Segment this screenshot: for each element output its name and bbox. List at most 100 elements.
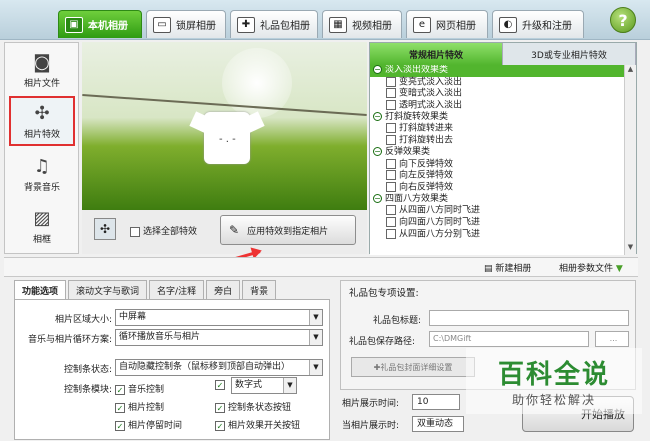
mode-value: 双重动态: [417, 419, 454, 429]
checkbox-icon[interactable]: [386, 100, 396, 111]
help-button[interactable]: ?: [610, 7, 636, 33]
loop-select[interactable]: 循环播放音乐与相片 ▼: [115, 329, 323, 346]
effect-category[interactable]: − 反弹效果类: [370, 146, 626, 159]
effect-item[interactable]: 打斜旋转进来: [370, 123, 626, 135]
select-all-effects-checkbox[interactable]: 选择全部特效: [130, 224, 197, 237]
music-control-checkbox[interactable]: ✓ 音乐控制: [115, 382, 164, 395]
album-settings-button[interactable]: 相册参数文件 ▼: [559, 261, 623, 274]
tab-name-notes[interactable]: 名字/注释: [149, 280, 205, 299]
checkbox-icon[interactable]: [386, 181, 396, 192]
tab-regular-effects[interactable]: 常规相片特效: [370, 43, 503, 65]
effect-item[interactable]: 向右反弹特效: [370, 181, 626, 194]
mode-select[interactable]: 双重动态: [412, 416, 464, 432]
effect-category[interactable]: − 四面八方效果类: [370, 193, 626, 206]
check-icon: ✓: [215, 420, 225, 431]
collapse-icon[interactable]: −: [373, 193, 382, 203]
collapse-icon[interactable]: −: [373, 111, 382, 121]
checkbox-label: 音乐控制: [128, 385, 165, 395]
sidebar-item-label: 背景音乐: [23, 182, 60, 193]
check-icon: ✓: [215, 380, 225, 390]
apply-effects-button[interactable]: ✎ 应用特效到指定相片: [220, 215, 356, 245]
digital-checkbox[interactable]: ✓: [215, 380, 228, 391]
sidebar-item-frame[interactable]: ▨ 相框: [9, 201, 75, 251]
effects-list: − 淡入淡出效果类 变亮式淡入淡出 变暗式淡入淡出 透明式淡入淡出 − 打斜旋转效果类 打斜旋…: [370, 65, 626, 255]
effects-puzzle-icon: ✣: [94, 218, 116, 240]
effect-switch-checkbox[interactable]: ✓ 相片效果开关按钮: [215, 418, 300, 431]
effect-item[interactable]: 打斜旋转出去: [370, 135, 626, 147]
checkbox-label: 控制条状态按钮: [228, 403, 292, 413]
checkbox-icon[interactable]: [386, 205, 396, 216]
tab-narration[interactable]: 旁白: [206, 280, 241, 299]
effect-item[interactable]: 从四面八方同时飞进: [370, 205, 626, 217]
checkbox-icon[interactable]: [386, 228, 396, 239]
collapse-icon[interactable]: −: [373, 65, 382, 74]
gift-path-input[interactable]: C:\DMGift: [429, 331, 589, 347]
effect-label: 向左反弹特效: [399, 170, 454, 181]
scroll-down-icon[interactable]: ▼: [625, 243, 636, 255]
checkbox-icon[interactable]: [386, 76, 396, 87]
effect-label: 从四面八方分别飞进: [399, 229, 481, 240]
tab-upgrade-register[interactable]: ◐ 升级和注册: [492, 10, 584, 38]
tab-function-options[interactable]: 功能选项: [14, 280, 67, 299]
effect-category[interactable]: − 打斜旋转效果类: [370, 111, 626, 124]
new-album-button[interactable]: ▤ 新建相册: [484, 261, 531, 274]
loop-label: 音乐与相片循环方案:: [27, 335, 112, 345]
tab-label: 礼品包相册: [260, 21, 310, 32]
album-icon: ▣: [65, 16, 83, 33]
browse-button[interactable]: ...: [595, 331, 629, 347]
tab-video-album[interactable]: ▦ 视频相册: [322, 10, 402, 38]
gift-path-label: 礼品包保存路径:: [349, 337, 416, 347]
tab-label: 锁屏相册: [176, 21, 216, 32]
time-input[interactable]: 10: [412, 394, 460, 410]
collapse-icon[interactable]: −: [373, 146, 382, 156]
tab-gift-album[interactable]: ✚ 礼品包相册: [230, 10, 318, 38]
checkbox-icon[interactable]: [386, 123, 396, 134]
gift-icon: ✚: [373, 362, 381, 372]
watermark-title: 百科全说: [497, 360, 610, 390]
effect-category[interactable]: − 淡入淡出效果类: [370, 65, 626, 77]
effect-item[interactable]: 从四面八方分别飞进: [370, 228, 626, 241]
effects-scrollbar[interactable]: ▲ ▼: [624, 65, 636, 255]
photo-stay-time-checkbox[interactable]: ✓ 相片停留时间: [115, 418, 182, 431]
tab-scrolling-text[interactable]: 滚动文字与歌词: [68, 280, 148, 299]
digital-value: 数字式: [235, 380, 263, 390]
sidebar-item-photo-files[interactable]: ◙ 相片文件: [9, 45, 75, 95]
effects-panel: 常规相片特效 3D或专业相片特效 − 淡入淡出效果类 变亮式淡入淡出 变暗式淡入淡出透…: [369, 42, 637, 255]
checkbox-icon[interactable]: [386, 88, 396, 99]
module-label: 控制条模块:: [63, 385, 112, 395]
tab-lockscreen-album[interactable]: ▭ 锁屏相册: [146, 10, 226, 38]
apply-label: 应用特效到指定相片: [247, 226, 329, 237]
effect-label: 四面八方效果类: [385, 193, 449, 204]
gift-cover-button[interactable]: ✚ 礼品包封面详细设置: [351, 357, 475, 377]
tab-web-album[interactable]: e 网页相册: [406, 10, 488, 38]
effect-item[interactable]: 变暗式淡入淡出: [370, 88, 626, 100]
checkbox-icon[interactable]: [386, 158, 396, 169]
tab-local-album[interactable]: ▣ 本机相册: [58, 10, 142, 38]
checkbox-icon[interactable]: [386, 170, 396, 181]
effect-item[interactable]: 向四面八方同时飞进: [370, 216, 626, 229]
gift-title-input[interactable]: [429, 310, 629, 326]
effect-item[interactable]: 向下反弹特效: [370, 158, 626, 171]
effect-item[interactable]: 透明式淡入淡出: [370, 100, 626, 112]
sidebar-item-photo-effects[interactable]: ✣ 相片特效: [9, 96, 75, 146]
check-icon: ✓: [115, 402, 125, 413]
mode-row: 当相片展示时:: [342, 418, 399, 431]
checkbox-icon[interactable]: [386, 216, 396, 227]
scroll-up-icon[interactable]: ▲: [625, 65, 636, 77]
photo-control-checkbox[interactable]: ✓ 相片控制: [115, 400, 164, 413]
sidebar-item-label: 相片特效: [23, 129, 60, 140]
tab-3d-effects[interactable]: 3D或专业相片特效: [503, 43, 636, 65]
ctrlbar-select[interactable]: 自动隐藏控制条（鼠标移到顶部自动弹出） ▼: [115, 359, 323, 376]
checkbox-label: 相片效果开关按钮: [228, 421, 301, 431]
tab-background[interactable]: 背景: [242, 280, 277, 299]
effect-label: 向下反弹特效: [399, 159, 454, 169]
checkbox-icon[interactable]: [386, 135, 396, 146]
digital-select[interactable]: 数字式 ▼: [231, 377, 297, 394]
size-select[interactable]: 中屏幕 ▼: [115, 309, 323, 326]
effect-item[interactable]: 变亮式淡入淡出: [370, 76, 626, 89]
sidebar-item-bg-music[interactable]: ♫ 背景音乐: [9, 149, 75, 199]
effect-item[interactable]: 向左反弹特效: [370, 170, 626, 182]
ctrlbar-status-button-checkbox[interactable]: ✓ 控制条状态按钮: [215, 400, 291, 413]
album-toolbar: ▤ 新建相册 相册参数文件 ▼: [4, 257, 638, 277]
document-icon: ▤: [484, 264, 496, 274]
